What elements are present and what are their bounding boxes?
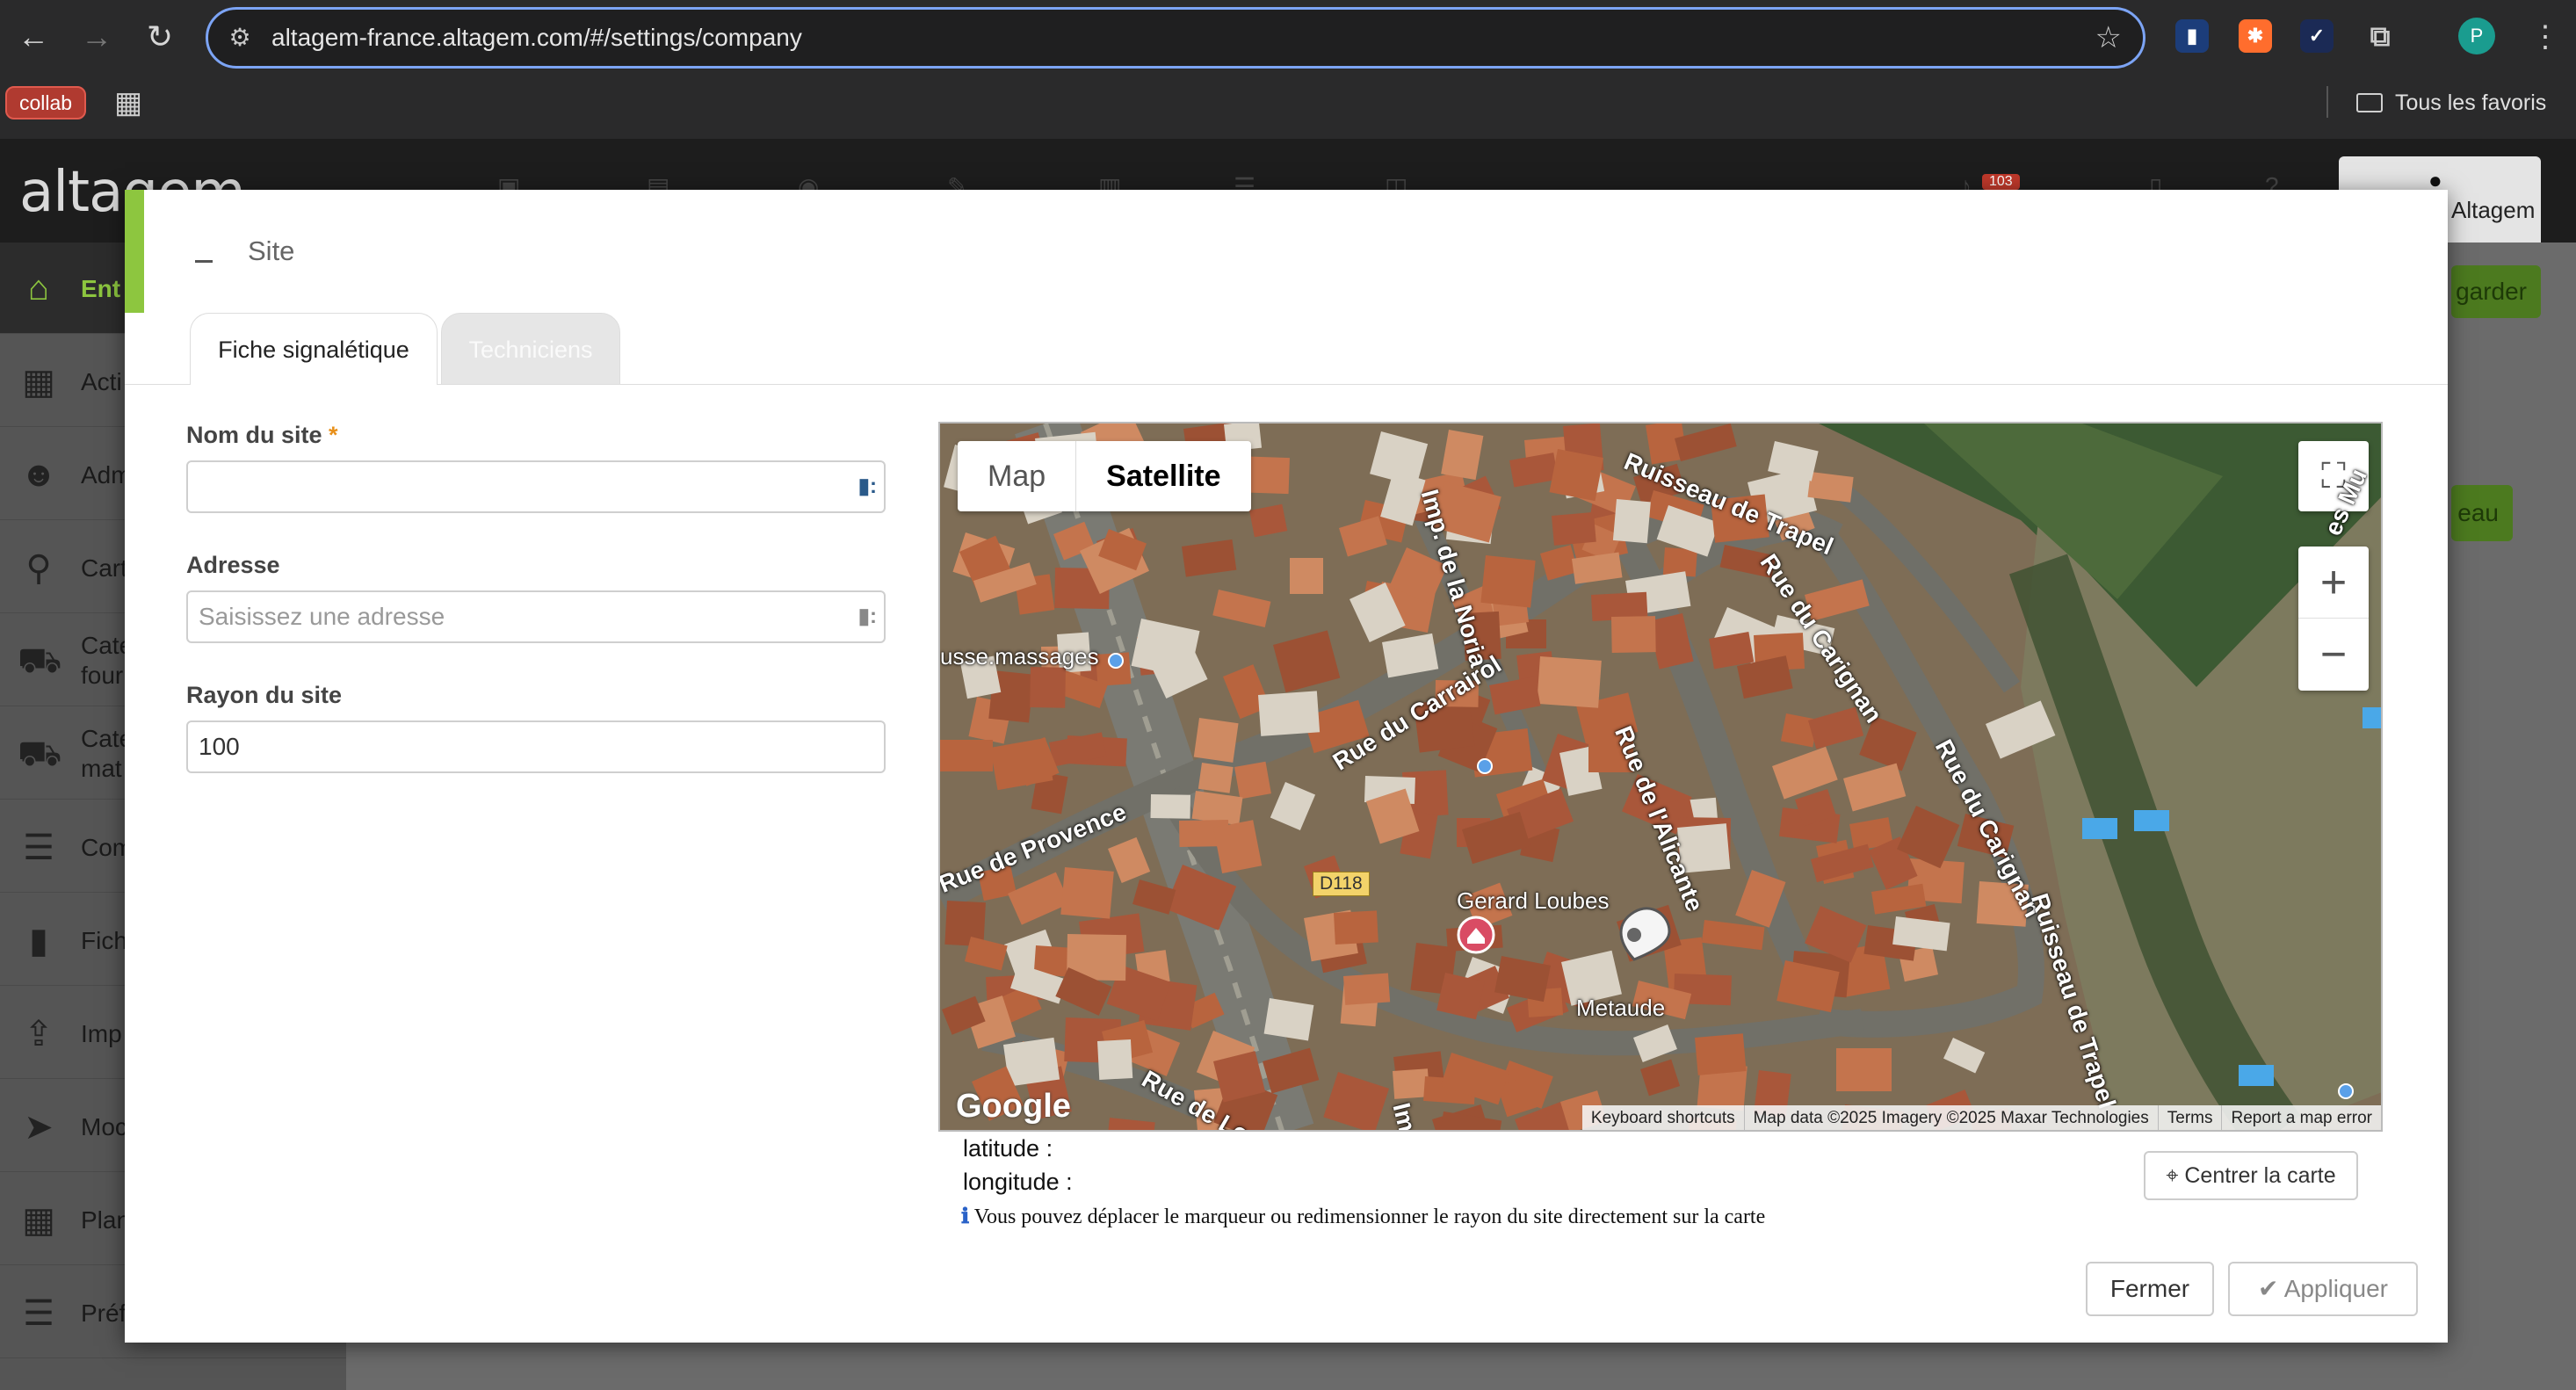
crosshair-icon: ⌖	[2166, 1163, 2179, 1188]
sidebar-item-label: Cart	[81, 554, 127, 582]
profile-avatar[interactable]: P	[2458, 18, 2495, 54]
google-logo: Google	[956, 1088, 1071, 1125]
sidebar-item-label: Ent	[81, 275, 121, 302]
address-label: Adresse	[186, 552, 280, 578]
save-button[interactable]: garder	[2451, 265, 2541, 318]
zoom-out-icon[interactable]: −	[2298, 619, 2369, 691]
apply-label: Appliquer	[2283, 1275, 2388, 1302]
home-icon: ⌂	[27, 269, 50, 308]
radius-value: 100	[199, 733, 240, 760]
apply-button[interactable]: ✔ Appliquer	[2228, 1262, 2418, 1316]
cart-icon: ⛟	[18, 641, 62, 680]
reload-icon[interactable]: ↻	[141, 18, 179, 56]
sidebar-item-label: Acti	[81, 368, 122, 395]
modal-accent-bar	[125, 190, 144, 313]
zoom-in-icon[interactable]: +	[2298, 547, 2369, 619]
dashboard-icon: ▦	[22, 363, 55, 402]
poi-label[interactable]: usse.massages	[940, 643, 1099, 670]
sidebar-item-label: Adm	[81, 461, 132, 489]
list-icon: ☰	[23, 829, 54, 867]
sidebar-item-label: Imp	[81, 1020, 122, 1047]
map-pin-icon: ⚲	[25, 549, 52, 588]
browser-menu-icon[interactable]: ⋮	[2530, 18, 2560, 56]
map-attribution: Keyboard shortcuts Map data ©2025 Imager…	[1581, 1105, 2381, 1130]
site-name-input[interactable]: ▮:	[186, 460, 886, 513]
check-icon: ✔	[2257, 1275, 2279, 1302]
back-arrow-icon[interactable]: ←	[14, 18, 53, 56]
site-map[interactable]: Map Satellite ⛶ + − Ruisseau de Trapel I…	[938, 422, 2383, 1132]
upload-icon: ⇪	[24, 1015, 54, 1053]
radius-input[interactable]: 100	[186, 720, 886, 773]
address-bar[interactable]: ⚙ altagem-france.altagem.com/#/settings/…	[206, 7, 2145, 69]
bookmark-star-icon[interactable]: ☆	[2095, 20, 2122, 55]
extension-check-icon[interactable]: ✓	[2300, 19, 2334, 53]
send-icon: ➤	[24, 1108, 54, 1147]
map-type-map-button[interactable]: Map	[958, 441, 1075, 511]
terms-link[interactable]: Terms	[2157, 1105, 2222, 1130]
address-input[interactable]: Saisissez une adresse ▮:	[186, 590, 886, 643]
poi-label[interactable]: Metaude	[1576, 995, 1665, 1022]
required-asterisk: *	[329, 422, 338, 448]
new-button[interactable]: eau	[2451, 485, 2513, 541]
lastpass-icon[interactable]: ▮:	[858, 605, 877, 629]
site-name-label-text: Nom du site	[186, 422, 322, 448]
extension-hubspot-icon[interactable]: ✱	[2239, 19, 2272, 53]
truck-icon: ⛟	[18, 735, 62, 773]
all-bookmarks-label: Tous les favoris	[2395, 90, 2547, 115]
notification-badge: 103	[1982, 174, 2020, 190]
server-icon: ☰	[23, 1294, 54, 1333]
calendar-icon: ▦	[22, 1201, 55, 1240]
tab-techniciens[interactable]: Techniciens	[441, 313, 620, 385]
zoom-control: + −	[2298, 547, 2369, 691]
tab-fiche-signaletique[interactable]: Fiche signalétique	[190, 313, 438, 385]
report-error-link[interactable]: Report a map error	[2221, 1105, 2381, 1130]
center-map-button[interactable]: ⌖ Centrer la carte	[2144, 1151, 2358, 1200]
extension-altagem-icon[interactable]: ▮	[2175, 19, 2209, 53]
map-type-control: Map Satellite	[958, 441, 1251, 511]
sidebar-item-label: Fich	[81, 927, 127, 954]
radius-label: Rayon du site	[186, 682, 343, 708]
url-text[interactable]: altagem-france.altagem.com/#/settings/co…	[271, 22, 802, 54]
bookmarks-separator	[2326, 86, 2328, 118]
longitude-label: longitude :	[963, 1169, 1073, 1195]
user-name: Altagem	[2451, 197, 2536, 223]
folder-icon	[2356, 93, 2383, 112]
apps-grid-icon[interactable]: ▦	[114, 86, 142, 119]
sidebar-item-label: Moc	[81, 1113, 127, 1140]
latitude-label: latitude :	[963, 1135, 1053, 1162]
close-button[interactable]: Fermer	[2086, 1262, 2214, 1316]
extensions-puzzle-icon[interactable]: ⧉	[2363, 19, 2397, 53]
address-placeholder: Saisissez une adresse	[199, 603, 445, 630]
poi-label[interactable]: Gerard Loubes	[1457, 887, 1609, 915]
browser-toolbar: ← → ↻ ⚙ altagem-france.altagem.com/#/set…	[0, 0, 2576, 76]
map-hint-text: Vous pouvez déplacer le marqueur ou redi…	[973, 1205, 1766, 1228]
file-icon: ▮	[28, 922, 48, 960]
lastpass-icon[interactable]: ▮:	[858, 474, 877, 499]
minimize-icon[interactable]	[195, 260, 213, 263]
modal-title: Site	[248, 235, 295, 266]
satellite-imagery[interactable]	[940, 424, 2383, 1132]
users-icon: ☻	[19, 455, 58, 494]
map-type-satellite-button[interactable]: Satellite	[1075, 441, 1250, 511]
info-icon: ℹ	[961, 1205, 970, 1228]
road-shield: D118	[1313, 872, 1370, 896]
map-hint: ℹ Vous pouvez déplacer le marqueur ou re…	[961, 1204, 1765, 1229]
bookmark-collab[interactable]: collab	[5, 86, 87, 119]
all-bookmarks[interactable]: Tous les favoris	[2356, 86, 2546, 119]
map-data-text: Map data ©2025 Imagery ©2025 Maxar Techn…	[1743, 1105, 2158, 1130]
site-settings-icon[interactable]: ⚙	[224, 22, 256, 54]
site-name-label: Nom du site *	[186, 422, 338, 449]
center-map-label: Centrer la carte	[2184, 1163, 2336, 1188]
forward-arrow-icon[interactable]: →	[77, 18, 116, 56]
keyboard-shortcuts-link[interactable]: Keyboard shortcuts	[1582, 1105, 1744, 1130]
bookmarks-bar	[0, 76, 2576, 139]
sidebar-item-label: Plan	[81, 1206, 131, 1234]
